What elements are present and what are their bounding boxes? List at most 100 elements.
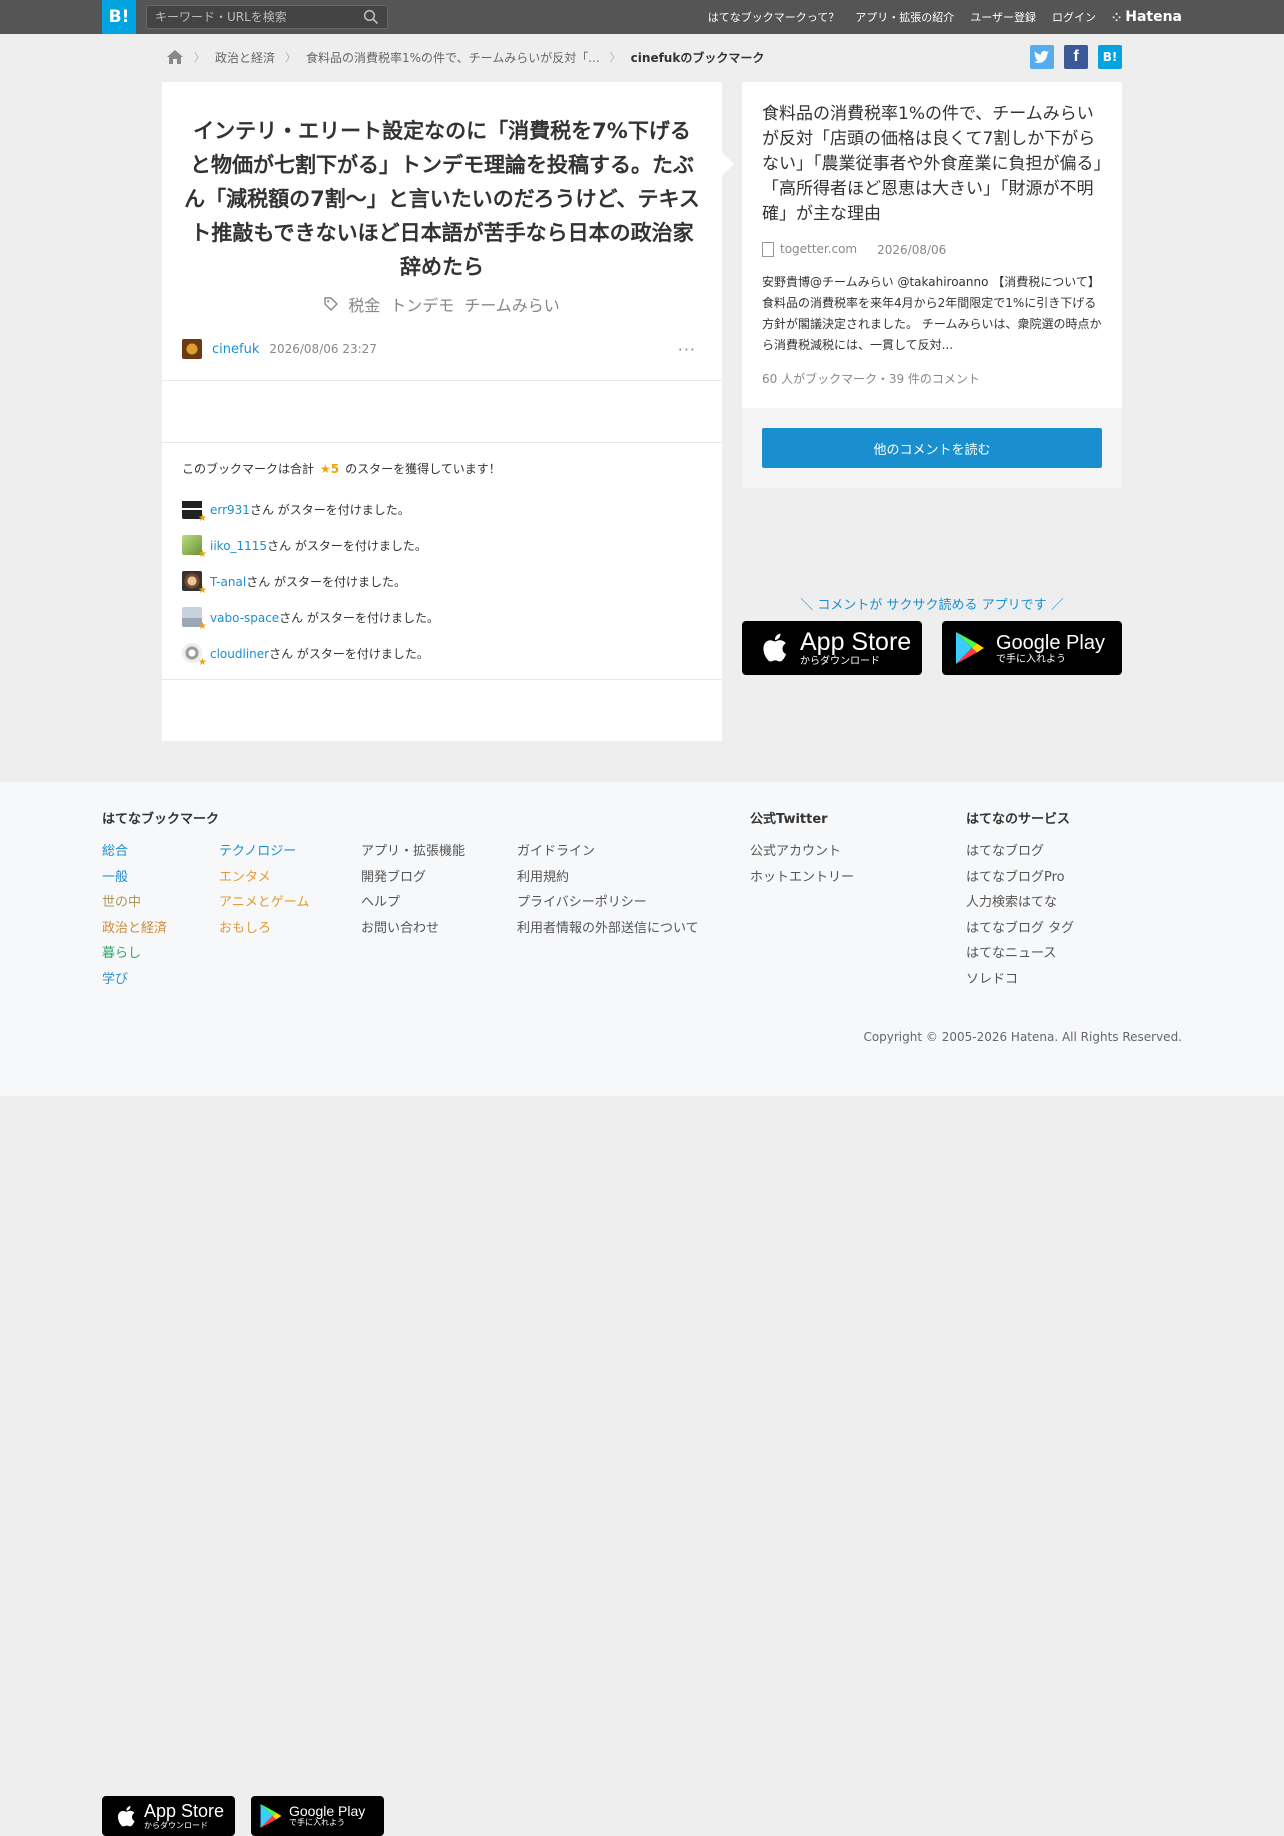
footer-link[interactable]: プライバシーポリシー xyxy=(517,891,647,910)
search-icon[interactable] xyxy=(363,9,379,25)
divider xyxy=(162,380,722,381)
footer-link[interactable]: テクノロジー xyxy=(219,840,296,859)
hatena-b-icon: B! xyxy=(1102,50,1118,64)
breadcrumb-entry[interactable]: 食料品の消費税率1%の件で、チームみらいが反対「... xyxy=(306,49,600,66)
star-user[interactable]: cloudliner xyxy=(210,647,269,661)
footer-link[interactable]: 一般 xyxy=(102,866,128,885)
footer-link[interactable]: 公式アカウント xyxy=(750,840,841,859)
avatar[interactable] xyxy=(182,339,202,359)
star-user[interactable]: T-anal xyxy=(210,575,246,589)
google-play-label: Google Play xyxy=(996,631,1105,654)
star-text: さん がスターを付けました。 xyxy=(246,574,407,589)
footer-link[interactable]: はてなニュース xyxy=(966,942,1056,961)
nav-register[interactable]: ユーザー登録 xyxy=(970,9,1036,25)
footer-link[interactable]: 政治と経済 xyxy=(102,917,167,936)
entry-title[interactable]: 食料品の消費税率1%の件で、チームみらいが反対「店頭の価格は良くて7割しか下がら… xyxy=(762,102,1104,227)
avatar[interactable]: ★ xyxy=(182,535,207,560)
star-user[interactable]: err931 xyxy=(210,503,250,517)
star-row: ★ T-analさん がスターを付けました。 xyxy=(182,569,407,596)
top-bar: B! はてなブックマークって？ アプリ・拡張の紹介 ユーザー登録 ログイン ⁘ … xyxy=(0,0,1284,34)
footer-link[interactable]: ソレドコ xyxy=(966,968,1018,987)
copyright: Copyright © 2005-2026 Hatena. All Rights… xyxy=(863,1030,1182,1044)
google-play-icon xyxy=(260,1804,282,1828)
footer-link[interactable]: 暮らし xyxy=(102,942,141,961)
footer-link[interactable]: はてなブログ xyxy=(966,840,1044,859)
facebook-icon: f xyxy=(1073,48,1079,65)
read-comments-button[interactable]: 他のコメントを読む xyxy=(762,428,1102,468)
footer-link[interactable]: はてなブログ タグ xyxy=(966,917,1074,936)
star-icon: ★ xyxy=(198,657,207,668)
star-row: ★ err931さん がスターを付けました。 xyxy=(182,497,410,524)
footer-app-store-label: App Store xyxy=(144,1800,225,1821)
footer-heading-services: はてなのサービス xyxy=(966,812,1071,827)
entry-meta: togetter.com 2026/08/06 xyxy=(762,242,946,257)
entry-actions: 他のコメントを読む xyxy=(742,408,1122,488)
footer-link[interactable]: 利用者情報の外部送信について xyxy=(517,917,699,936)
apple-icon xyxy=(763,633,787,662)
avatar[interactable]: ★ xyxy=(182,571,207,596)
google-play-button[interactable]: Google Play で手に入れよう xyxy=(942,621,1122,675)
star-summary-suffix: のスターを獲得しています！ xyxy=(345,462,501,476)
footer-link[interactable]: ホットエントリー xyxy=(750,866,854,885)
footer-link[interactable]: 世の中 xyxy=(102,891,141,910)
footer-link[interactable]: はてなブログPro xyxy=(966,866,1065,885)
star-icon: ★ xyxy=(198,621,207,632)
home-icon[interactable] xyxy=(166,49,184,65)
footer-link[interactable]: おもしろ xyxy=(219,917,271,936)
twitter-share-button[interactable] xyxy=(1030,45,1054,69)
footer-link[interactable]: アニメとゲーム xyxy=(219,891,309,910)
star-user[interactable]: iiko_1115 xyxy=(210,539,267,553)
footer-link[interactable]: 利用規約 xyxy=(517,866,569,885)
bookmark-comment: インテリ・エリート設定なのに「消費税を7%下げると物価が七割下がる」トンデモ理論… xyxy=(184,119,700,279)
hatena-share-button[interactable]: B! xyxy=(1098,45,1122,69)
entry-stats[interactable]: 60 人がブックマーク・39 件のコメント xyxy=(762,370,980,387)
search-input[interactable] xyxy=(147,6,347,28)
avatar[interactable]: ★ xyxy=(182,643,207,668)
facebook-share-button[interactable]: f xyxy=(1064,45,1088,69)
chevron-right-icon: 〉 xyxy=(285,51,297,64)
footer-link[interactable]: アプリ・拡張機能 xyxy=(361,840,465,859)
avatar[interactable]: ★ xyxy=(182,607,207,632)
nav-about[interactable]: はてなブックマークって？ xyxy=(708,9,839,25)
star-user[interactable]: vabo-space xyxy=(210,611,279,625)
footer-google-play-button[interactable]: Google Play で手に入れよう xyxy=(251,1796,384,1836)
footer-google-play-label: Google Play xyxy=(289,1802,366,1819)
footer-link[interactable]: 開発ブログ xyxy=(361,866,426,885)
footer-link[interactable]: ガイドライン xyxy=(517,840,595,859)
nav-apps[interactable]: アプリ・拡張の紹介 xyxy=(855,9,954,25)
star-icon: ★ xyxy=(198,513,207,524)
share-buttons: f B! xyxy=(1030,45,1122,69)
footer-link[interactable]: エンタメ xyxy=(219,866,271,885)
star-icon: ★ xyxy=(198,549,207,560)
star-text: さん がスターを付けました。 xyxy=(269,646,429,661)
hatena-logo-text: Hatena xyxy=(1125,9,1182,25)
footer-link[interactable]: 総合 xyxy=(102,840,128,859)
star-summary: このブックマークは合計 ★5 のスターを獲得しています！ xyxy=(182,460,501,477)
breadcrumb-current: cinefukのブックマーク xyxy=(630,50,765,65)
breadcrumb-category[interactable]: 政治と経済 xyxy=(215,49,275,66)
tag-item[interactable]: 税金 xyxy=(348,292,380,316)
header-nav: はてなブックマークって？ アプリ・拡張の紹介 ユーザー登録 ログイン ⁘ Hat… xyxy=(708,0,1182,34)
footer-link[interactable]: 人力検索はてな xyxy=(966,891,1057,910)
author-name[interactable]: cinefuk xyxy=(212,342,259,357)
avatar[interactable]: ★ xyxy=(182,499,207,524)
footer-app-store-sublabel: からダウンロード xyxy=(144,1820,208,1830)
divider xyxy=(162,442,722,443)
hatena-dots-icon: ⁘ xyxy=(1112,10,1122,24)
hatena-bookmark-logo[interactable]: B! xyxy=(102,0,136,34)
entry-domain[interactable]: togetter.com xyxy=(780,242,857,256)
star-icon: ★ xyxy=(198,585,207,596)
entry-card: 食料品の消費税率1%の件で、チームみらいが反対「店頭の価格は良くて7割しか下がら… xyxy=(742,82,1122,408)
chevron-right-icon: 〉 xyxy=(194,51,205,64)
hatena-logo[interactable]: ⁘ Hatena xyxy=(1112,9,1182,25)
tag-item[interactable]: チームみらい xyxy=(464,292,560,316)
app-store-button[interactable]: App Store からダウンロード xyxy=(742,621,922,675)
footer-app-store-button[interactable]: App Store からダウンロード xyxy=(102,1796,235,1836)
tag-item[interactable]: トンデモ xyxy=(390,292,454,316)
footer-link[interactable]: お問い合わせ xyxy=(361,917,439,936)
nav-login[interactable]: ログイン xyxy=(1052,9,1096,25)
footer-link[interactable]: ヘルプ xyxy=(361,891,400,910)
footer-link[interactable]: 学び xyxy=(102,968,128,987)
more-icon[interactable]: ··· xyxy=(678,340,696,359)
footer-heading-twitter: 公式Twitter xyxy=(750,812,828,827)
